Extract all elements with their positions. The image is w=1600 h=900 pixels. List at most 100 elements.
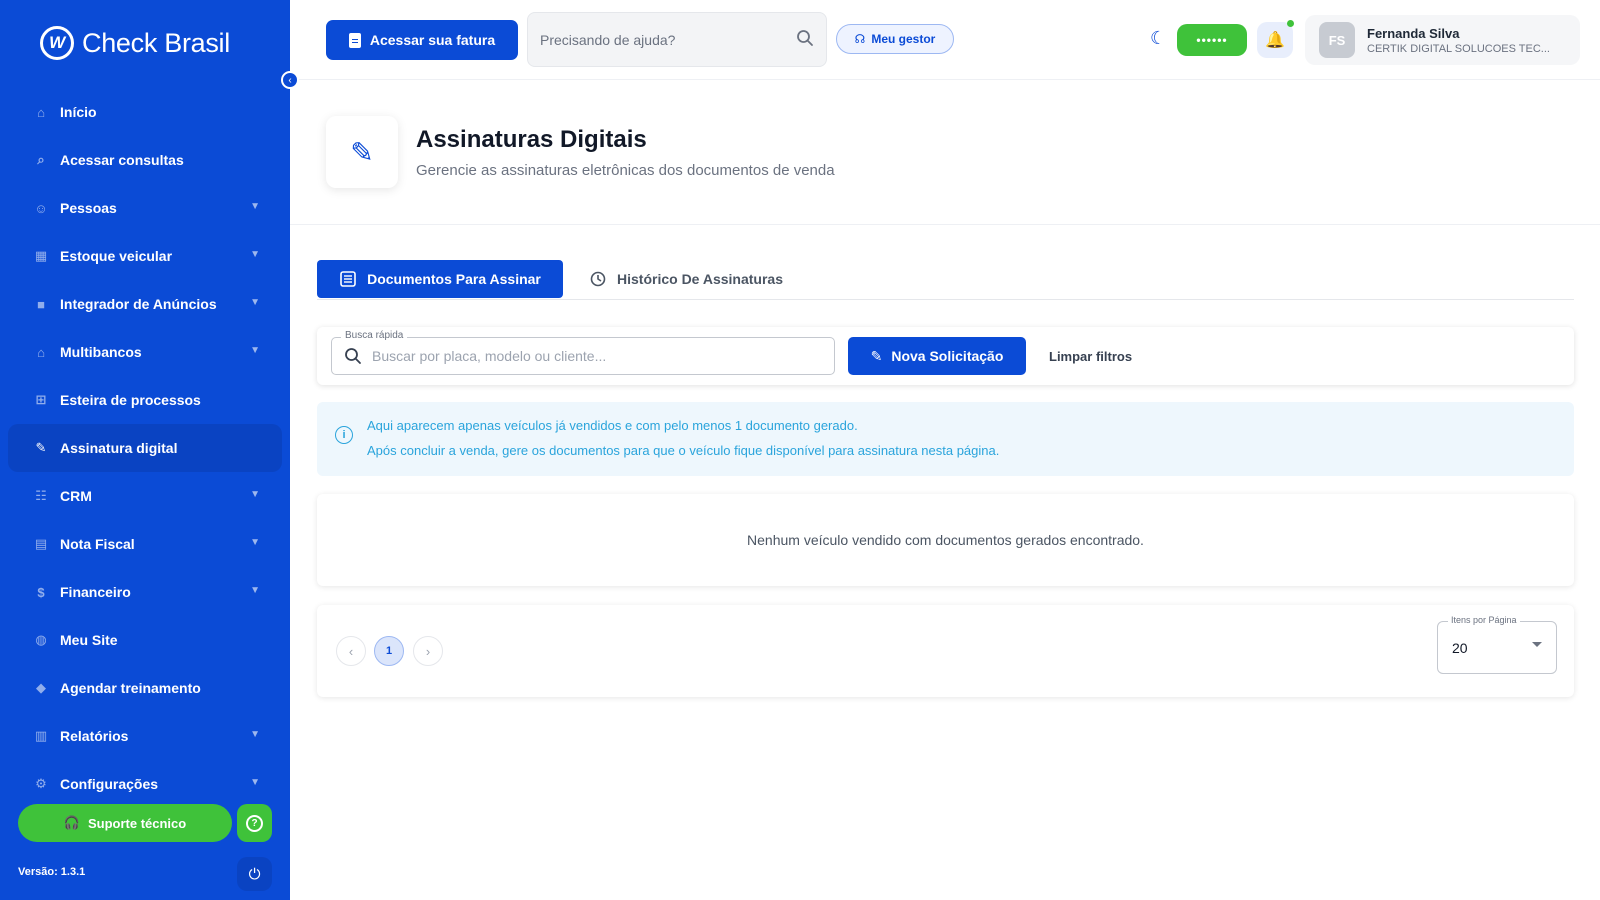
tabs: Documentos Para Assinar Histórico De Ass… [317,260,1574,300]
sidebar-collapse-button[interactable]: ‹ [281,71,299,89]
sidebar-item-pessoas[interactable]: ☺ Pessoas ▼ [8,184,282,232]
crm-icon: ☷ [35,488,47,503]
help-search-placeholder: Precisando de ajuda? [540,31,676,48]
info-line-1: Aqui aparecem apenas veículos já vendido… [367,418,858,433]
signature-icon: ✎ [326,116,398,188]
document-icon [348,32,361,48]
chevron-down-icon: ▼ [250,777,260,788]
chevron-left-icon: ‹ [288,74,292,86]
sidebar-nav: ⌂ Início ⌕ Acessar consultas ☺ Pessoas ▼… [8,88,282,808]
workflow-icon: ⊞ [35,392,47,407]
sidebar-item-assinatura-digital[interactable]: ✎ Assinatura digital [8,424,282,472]
chevron-down-icon: ▼ [250,249,260,260]
check-logo-icon: W [40,26,74,60]
sidebar-item-label: Configurações [60,776,159,792]
page-header: ✎ Assinaturas Digitais Gerencie as assin… [290,80,1600,225]
avatar: FS [1319,22,1355,58]
brand-name: Check Brasil [82,27,230,58]
chevron-down-icon: ▼ [250,729,260,740]
nova-label: Nova Solicitação [891,348,1004,364]
sidebar-item-label: Acessar consultas [60,152,184,168]
sidebar-item-label: Meu Site [60,632,118,648]
tab-historico-de-assinaturas[interactable]: Histórico De Assinaturas [589,260,783,298]
power-icon: ⏻ [248,865,261,883]
report-icon: ▥ [34,728,48,743]
help-search-input[interactable]: Precisando de ajuda? [527,12,827,67]
masked-status-pill[interactable]: •••••• [1177,24,1247,56]
previous-page-button[interactable]: ‹ [336,636,366,666]
headset-icon: ☊ [854,32,866,46]
search-legend: Busca rápida [341,330,408,341]
history-icon [590,271,606,287]
sidebar-item-agendar-treinamento[interactable]: ◆ Agendar treinamento [8,664,282,712]
question-icon: ? [246,814,263,832]
chevron-down-icon: ▼ [250,345,260,356]
pagination-card: ‹ 1 › Itens por Página 20 [317,605,1574,697]
meu-gestor-button[interactable]: ☊ Meu gestor [836,24,954,54]
chevron-down-icon: ▼ [250,297,260,308]
fatura-button[interactable]: Acessar sua fatura [326,20,518,60]
signature-icon: ✎ [35,440,47,455]
search-placeholder: Buscar por placa, modelo ou cliente... [372,348,607,364]
dark-mode-toggle-icon[interactable]: ☾ [1150,29,1168,47]
items-per-page-select[interactable]: Itens por Página 20 [1437,615,1557,674]
sidebar-item-meu-site[interactable]: ◍ Meu Site [8,616,282,664]
sidebar-item-label: Relatórios [60,728,129,744]
sidebar-item-configuracoes[interactable]: ⚙ Configurações ▼ [8,760,282,808]
brand-logo[interactable]: W Check Brasil [40,26,230,60]
gestor-label: Meu gestor [871,32,936,46]
headset-icon: 🎧 [63,815,80,830]
money-icon: $ [37,584,45,600]
tab-documentos-para-assinar[interactable]: Documentos Para Assinar [317,260,563,298]
sidebar-item-nota-fiscal[interactable]: ▤ Nota Fiscal ▼ [8,520,282,568]
search-icon[interactable] [796,29,814,50]
empty-state: Nenhum veículo vendido com documentos ge… [317,494,1574,586]
ads-icon: ■ [37,296,45,312]
sidebar-item-crm[interactable]: ☷ CRM ▼ [8,472,282,520]
search-icon [345,348,361,364]
sidebar-item-label: Pessoas [60,200,117,216]
globe-icon: ◍ [35,632,47,647]
sidebar-item-label: Assinatura digital [60,440,178,456]
tab-label: Documentos Para Assinar [367,271,541,287]
page-title: Assinaturas Digitais [416,126,647,153]
page-button-current[interactable]: 1 [374,636,404,666]
help-button[interactable]: ? [237,804,272,842]
sidebar-item-estoque-veicular[interactable]: ▦ Estoque veicular ▼ [8,232,282,280]
notifications-button[interactable]: 🔔 [1257,22,1293,58]
page-subtitle: Gerencie as assinaturas eletrônicas dos … [416,162,835,179]
sidebar-item-inicio[interactable]: ⌂ Início [8,88,282,136]
sidebar-item-relatorios[interactable]: ▥ Relatórios ▼ [8,712,282,760]
quick-search-input[interactable]: Buscar por placa, modelo ou cliente... [331,337,835,375]
sidebar-item-esteira-processos[interactable]: ⊞ Esteira de processos [8,376,282,424]
logout-button[interactable]: ⏻ [237,857,272,891]
notification-dot [1287,20,1294,27]
sidebar-item-multibancos[interactable]: ⌂ Multibancos ▼ [8,328,282,376]
bell-icon: 🔔 [1265,32,1285,49]
items-per-page-value: 20 [1452,640,1468,656]
tab-label: Histórico De Assinaturas [617,271,783,287]
sidebar-item-label: Esteira de processos [60,392,201,408]
limpar-filtros-button[interactable]: Limpar filtros [1049,337,1132,375]
home-icon: ⌂ [37,104,45,120]
nova-solicitacao-button[interactable]: ✎ Nova Solicitação [848,337,1026,375]
app-version: Versão: 1.3.1 [18,866,86,878]
user-menu[interactable]: FS Fernanda Silva CERTIK DIGITAL SOLUCOE… [1305,15,1580,65]
sidebar-item-integrador-anuncios[interactable]: ■ Integrador de Anúncios ▼ [8,280,282,328]
sidebar-item-acessar-consultas[interactable]: ⌕ Acessar consultas [8,136,282,184]
sidebar-item-label: Agendar treinamento [60,680,201,696]
filter-card: Buscar por placa, modelo ou cliente... B… [317,327,1574,385]
info-icon: i [335,426,353,444]
users-icon: ☺ [34,200,48,216]
next-page-button[interactable]: › [413,636,443,666]
support-button[interactable]: 🎧 Suporte técnico [18,804,232,842]
list-document-icon [340,271,356,287]
user-info: Fernanda Silva CERTIK DIGITAL SOLUCOES T… [1367,26,1550,55]
chevron-down-icon: ▼ [250,201,260,212]
support-label: Suporte técnico [87,815,187,831]
sidebar-item-label: CRM [60,488,92,504]
sidebar-item-financeiro[interactable]: $ Financeiro ▼ [8,568,282,616]
topbar: Acessar sua fatura Precisando de ajuda? … [290,0,1600,80]
sidebar-item-label: Multibancos [60,344,142,360]
invoice-icon: ▤ [34,536,48,551]
